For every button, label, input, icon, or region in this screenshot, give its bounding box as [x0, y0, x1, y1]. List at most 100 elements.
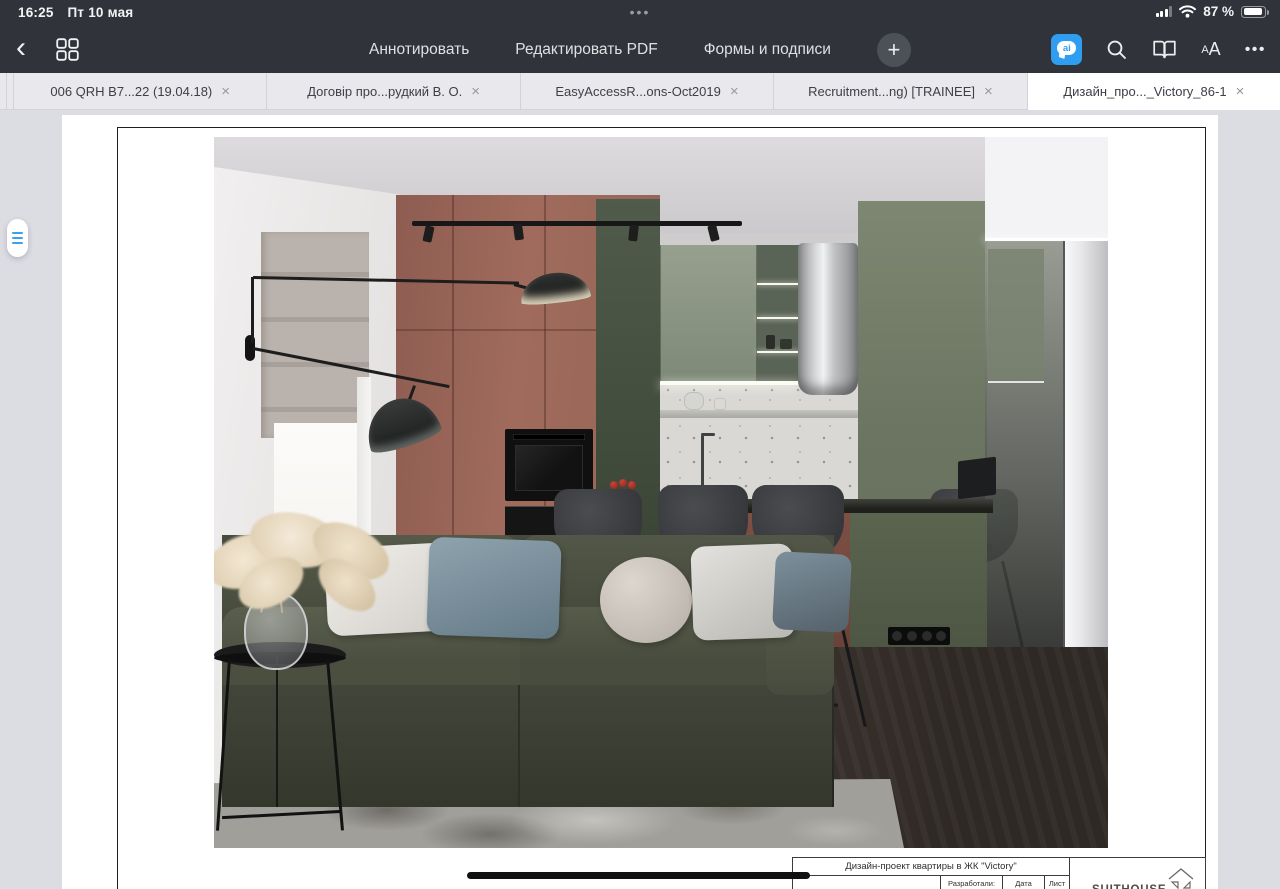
- forms-signatures-button[interactable]: Формы и подписи: [704, 41, 831, 59]
- text-size-icon: A: [1201, 44, 1208, 56]
- sage-upper-cabinets: [660, 245, 757, 381]
- pillow-blue-2: [772, 551, 852, 633]
- tab-label: Recruitment...ng) [TRAINEE]: [808, 84, 975, 99]
- annotate-label: Аннотировать: [369, 41, 469, 59]
- company-stamp: SUITHOUSE: [1070, 857, 1206, 889]
- reader-view-button[interactable]: [1152, 39, 1177, 60]
- tab-label: 006 QRH B7...22 (19.04.18): [50, 84, 212, 99]
- title-block-heavy-rule: [467, 872, 810, 879]
- tab-sliver: [7, 73, 14, 109]
- date-label: Дата: [1003, 876, 1045, 889]
- grid-icon: [56, 38, 79, 61]
- cylindrical-hood: [798, 243, 858, 395]
- tab-label: Договір про...рудкий В. О.: [307, 84, 462, 99]
- back-chevron-icon: ‹: [16, 38, 26, 58]
- faucet-spout: [701, 433, 715, 436]
- ai-assistant-icon: ai: [1051, 34, 1082, 65]
- close-icon[interactable]: ×: [1236, 84, 1245, 99]
- search-icon: [1106, 39, 1128, 61]
- mirror-reflection-led: [988, 381, 1044, 383]
- header: 16:25 Пт 10 мая ••• 87 % ‹: [0, 0, 1280, 73]
- shelf-led-line: [757, 283, 800, 285]
- title-block-empty-cell: [793, 876, 941, 889]
- power-sockets: [888, 627, 950, 645]
- interior-render: [214, 137, 1108, 848]
- company-name: SUITHOUSE: [1092, 884, 1166, 889]
- sheet-label: Лист: [1045, 876, 1069, 889]
- sofa-base: [222, 685, 834, 807]
- tab-006-qrh[interactable]: 006 QRH B7...22 (19.04.18) ×: [14, 73, 267, 109]
- annotate-button[interactable]: Аннотировать: [369, 41, 469, 59]
- under-cabinet-led: [660, 381, 800, 385]
- oven-display: [513, 434, 585, 440]
- clock: 16:25: [18, 5, 54, 20]
- tab-design-project-active[interactable]: Дизайн_про..._Victory_86-1 ×: [1028, 73, 1280, 110]
- oven-window: [515, 445, 583, 491]
- tab-label: Дизайн_про..._Victory_86-1: [1063, 84, 1226, 99]
- close-icon[interactable]: ×: [221, 84, 230, 99]
- toolbar: ‹ Аннотировать Редактировать PDF Формы и…: [0, 26, 1280, 73]
- track-light: [412, 221, 742, 226]
- thumbnails-button[interactable]: [56, 38, 79, 61]
- tab-easyaccess[interactable]: EasyAccessR...ons-Oct2019 ×: [521, 73, 774, 109]
- text-settings-button[interactable]: AA: [1201, 39, 1220, 60]
- search-button[interactable]: [1106, 39, 1128, 61]
- wall-lamp-arm-vertical: [251, 277, 254, 343]
- tab-label: EasyAccessR...ons-Oct2019: [555, 84, 720, 99]
- content-area: Дизайн-проект квартиры в ЖК "Victory" Ра…: [0, 110, 1280, 889]
- track-spot: [628, 225, 639, 242]
- kettle: [684, 392, 704, 410]
- forms-label: Формы и подписи: [704, 41, 831, 59]
- more-icon: •••: [1245, 41, 1266, 59]
- close-icon[interactable]: ×: [730, 84, 739, 99]
- pillow-round: [600, 557, 692, 643]
- title-block-row: Разработали: Дата Лист: [793, 876, 1069, 889]
- shelf-led-line: [757, 317, 800, 319]
- text-size-icon-large: A: [1209, 39, 1221, 60]
- battery-icon: [1241, 6, 1266, 18]
- ai-bubble-icon: ai: [1057, 41, 1076, 55]
- soffit-ceiling-panel: [985, 137, 1108, 241]
- close-icon[interactable]: ×: [471, 84, 480, 99]
- glassware: [714, 398, 726, 410]
- title-block-table: Дизайн-проект квартиры в ЖК "Victory" Ра…: [792, 857, 1070, 889]
- shelf-item: [766, 335, 775, 349]
- sidebar-toggle-button[interactable]: [7, 219, 28, 257]
- edit-pdf-label: Редактировать PDF: [515, 41, 657, 59]
- wifi-icon: [1179, 5, 1196, 18]
- book-icon: [1152, 39, 1177, 60]
- tab-sliver: [0, 73, 7, 109]
- cellular-icon: [1156, 6, 1173, 17]
- apples: [610, 479, 636, 489]
- sofa-base-seam: [518, 685, 520, 807]
- multitask-indicator-icon: •••: [630, 4, 651, 20]
- counter-ledge: [660, 410, 858, 418]
- side-table-leg: [276, 657, 278, 807]
- back-button[interactable]: ‹: [16, 40, 26, 60]
- add-tab-button[interactable]: +: [877, 33, 911, 67]
- house-logo-icon: [1165, 866, 1197, 889]
- lit-shelf-niche: [757, 245, 800, 381]
- roman-shade: [261, 232, 369, 438]
- edit-pdf-button[interactable]: Редактировать PDF: [515, 41, 657, 59]
- date: Пт 10 мая: [68, 5, 134, 20]
- more-button[interactable]: •••: [1245, 41, 1266, 59]
- close-icon[interactable]: ×: [984, 84, 993, 99]
- status-right: 87 %: [1156, 4, 1266, 19]
- shelf-led-line: [757, 351, 800, 353]
- ai-assistant-button[interactable]: ai: [1051, 34, 1082, 65]
- project-title: Дизайн-проект квартиры в ЖК "Victory": [793, 858, 1069, 876]
- pdf-page-canvas[interactable]: Дизайн-проект квартиры в ЖК "Victory" Ра…: [62, 115, 1218, 889]
- plus-icon: +: [877, 33, 911, 67]
- tab-dogovir[interactable]: Договір про...рудкий В. О. ×: [267, 73, 520, 109]
- tab-bar: 006 QRH B7...22 (19.04.18) × Договір про…: [0, 73, 1280, 110]
- hamburger-icon: [12, 232, 23, 235]
- pillow-blue: [426, 537, 561, 640]
- status-left: 16:25 Пт 10 мая: [18, 5, 133, 20]
- battery-percent: 87 %: [1203, 4, 1234, 19]
- tab-recruitment[interactable]: Recruitment...ng) [TRAINEE] ×: [774, 73, 1027, 109]
- screen: 16:25 Пт 10 мая ••• 87 % ‹: [0, 0, 1280, 889]
- status-bar: 16:25 Пт 10 мая ••• 87 %: [0, 0, 1280, 26]
- laptop: [958, 457, 996, 500]
- shelf-item: [780, 339, 792, 349]
